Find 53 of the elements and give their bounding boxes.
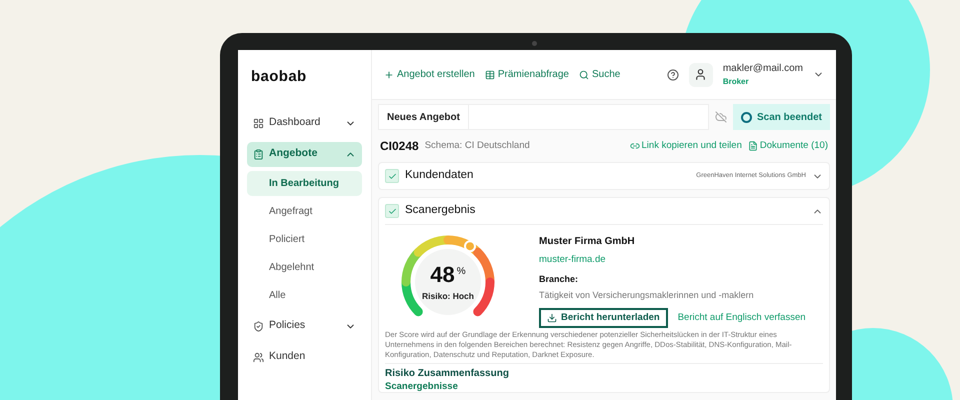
summary-subtitle: Scanergebnisse: [385, 381, 459, 392]
user-email: makler@mail.com: [722, 62, 803, 76]
check-icon: [388, 206, 396, 216]
table-icon: [484, 70, 495, 80]
document-icon: [748, 141, 758, 151]
clipboard-icon: [253, 148, 264, 160]
toolbar-link[interactable]: Suche: [579, 67, 620, 82]
sidebar-subitem[interactable]: Alle: [247, 282, 362, 308]
check-icon: [388, 172, 396, 180]
download-report-button[interactable]: Bericht herunterladen: [539, 308, 668, 328]
sidebar-subitem[interactable]: Policiert: [247, 226, 362, 252]
tab[interactable]: Neues Angebot: [379, 105, 469, 129]
risk-label: Risiko: Hoch: [422, 290, 474, 303]
toolbar-link[interactable]: Prämienabfrage: [484, 67, 569, 82]
sidebar-item[interactable]: Kunden: [247, 344, 362, 370]
company-name: Muster Firma GmbH: [539, 235, 636, 249]
risk-score: 48: [430, 264, 455, 286]
grid-icon: [253, 118, 264, 128]
ring-icon: [740, 112, 752, 122]
section-title: Scanergebnis: [405, 203, 476, 218]
shield-icon: [253, 320, 264, 332]
summary-title: Risiko Zusammenfassung: [385, 368, 510, 380]
industry-value: Tätigkeit von Versicherungsmaklerinnen und -maklern: [539, 288, 755, 302]
user-icon: [694, 68, 708, 81]
english-report-link[interactable]: Bericht auf Englisch verfassen: [678, 311, 806, 326]
search-icon: [579, 70, 589, 80]
link-icon: [630, 141, 640, 151]
section-header[interactable]: Scanergebnis: [379, 198, 829, 224]
sidebar-subitem[interactable]: Abgelehnt: [247, 254, 362, 280]
sidebar-item[interactable]: Policies: [247, 314, 362, 338]
user-role: Broker: [722, 76, 750, 88]
gauge-center-disc: [415, 249, 481, 315]
checkbox[interactable]: [385, 204, 399, 218]
industry-label: Branche:: [539, 273, 580, 286]
section-title: Kundendaten: [405, 168, 474, 184]
sidebar-item[interactable]: Dashboard: [247, 110, 362, 136]
sidebar-subitem[interactable]: Angefragt: [247, 198, 362, 224]
logo: baobab: [251, 67, 307, 87]
cloud-icon: [714, 111, 727, 123]
people-icon: [253, 352, 264, 362]
quote-schema: Schema: CI Deutschland: [424, 138, 530, 153]
avatar[interactable]: [688, 62, 713, 86]
toolbar-link[interactable]: Angebot erstellen: [384, 67, 475, 82]
website-link[interactable]: muster-firma.de: [539, 253, 806, 268]
sidebar-subitem[interactable]: In Bearbeitung: [247, 170, 362, 196]
quote-id: CI0248: [380, 138, 419, 155]
scan-status-badge: Scan beendet: [732, 104, 830, 130]
sidebar-item[interactable]: Angebote: [247, 142, 362, 166]
score-unit: %: [456, 265, 466, 279]
checkbox[interactable]: [385, 169, 399, 183]
download-icon: [547, 313, 557, 324]
help-icon[interactable]: [666, 68, 679, 80]
plus-icon: [384, 70, 394, 80]
